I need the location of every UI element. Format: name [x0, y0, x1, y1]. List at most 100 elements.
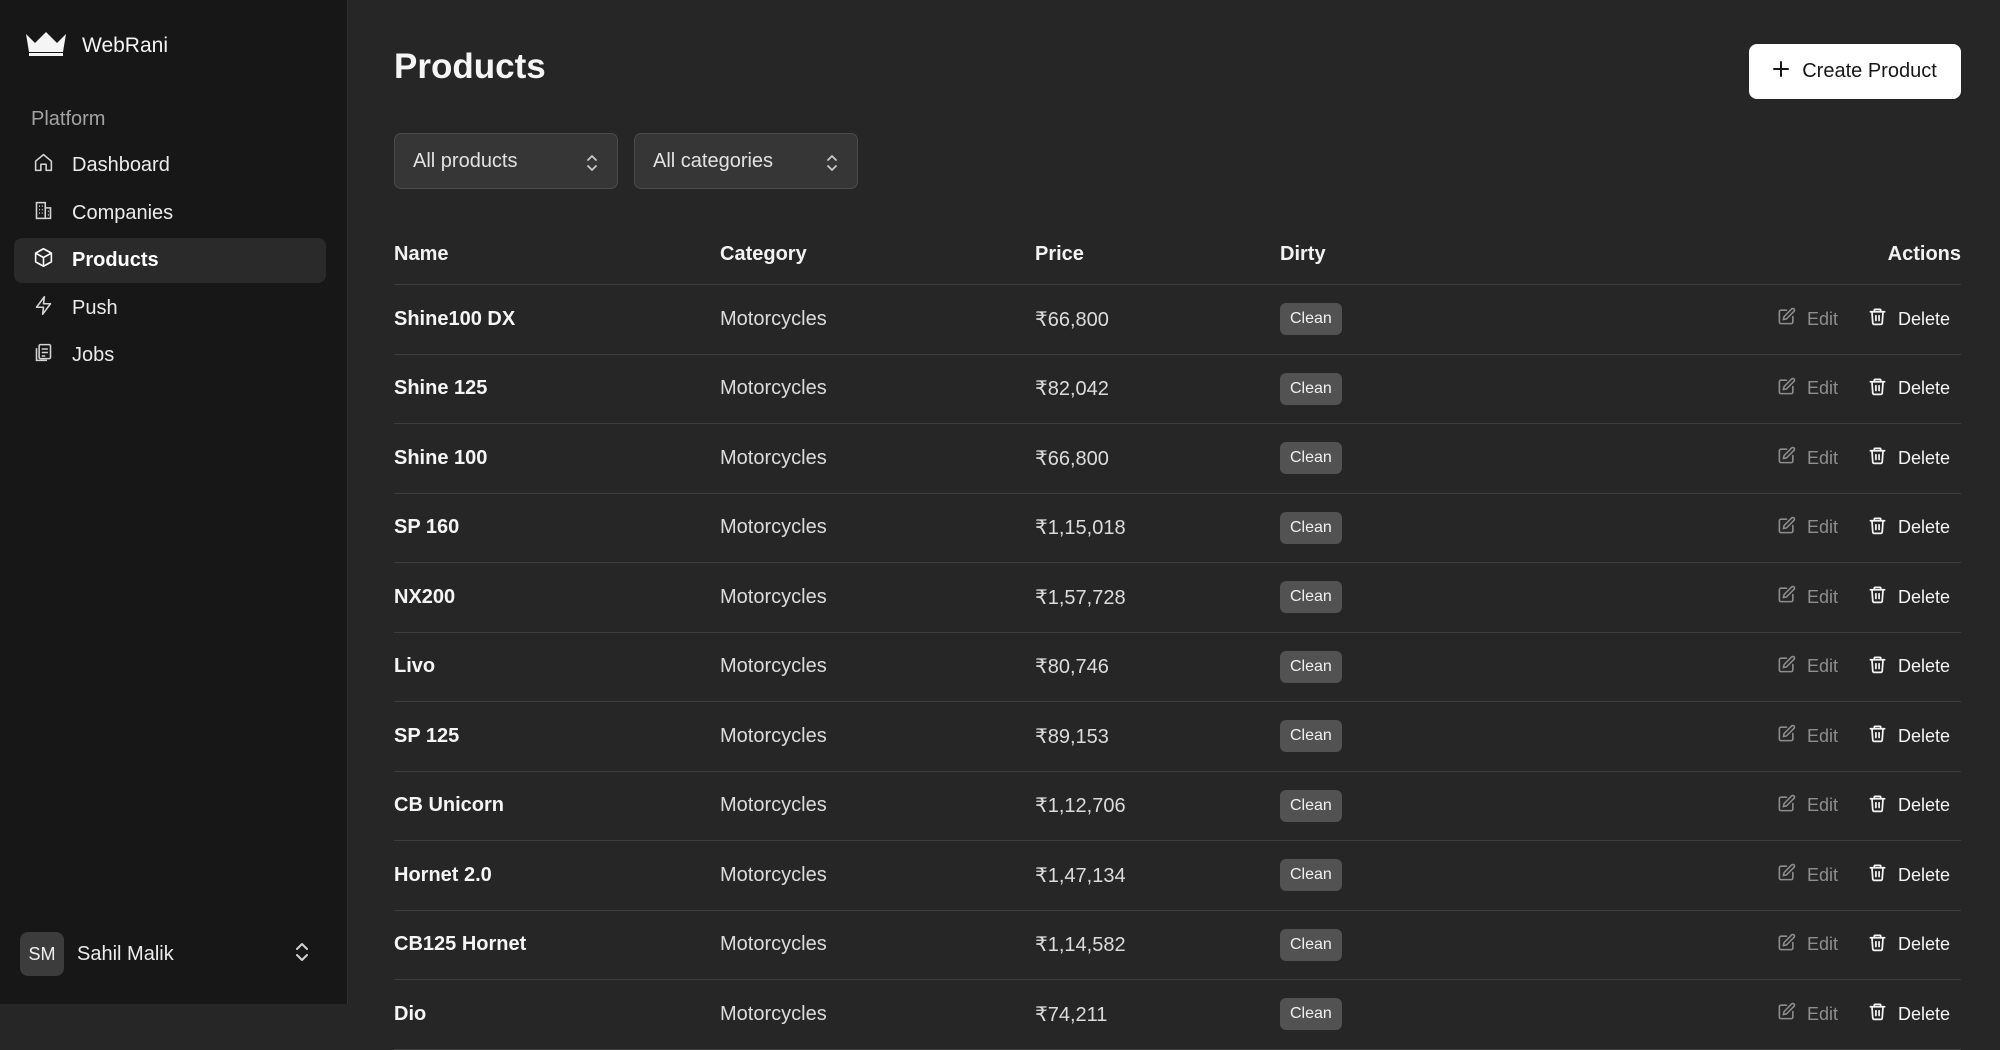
delete-label: Delete	[1897, 308, 1950, 329]
dirty-cell: Clean	[1280, 859, 1525, 892]
chevrons-up-down-icon	[825, 152, 839, 180]
product-name: Shine 125	[394, 377, 488, 400]
edit-icon	[1777, 516, 1796, 540]
delete-button[interactable]: Delete	[1868, 585, 1950, 609]
delete-button[interactable]: Delete	[1868, 446, 1950, 470]
status-badge: Clean	[1280, 511, 1342, 544]
delete-button[interactable]: Delete	[1868, 794, 1950, 818]
edit-button[interactable]: Edit	[1777, 655, 1838, 679]
product-category: Motorcycles	[720, 377, 827, 400]
sidebar-item-products[interactable]: Products	[14, 238, 326, 284]
edit-button[interactable]: Edit	[1777, 377, 1838, 401]
table-row[interactable]: NX200 Motorcycles ₹1,57,728 Clean Edit D…	[394, 563, 1961, 633]
edit-button[interactable]: Edit	[1777, 307, 1838, 331]
table-row[interactable]: Shine 125 Motorcycles ₹82,042 Clean Edit…	[394, 355, 1961, 424]
sidebar-item-jobs[interactable]: Jobs	[14, 333, 326, 378]
app-name: WebRani	[82, 33, 168, 57]
product-category: Motorcycles	[720, 307, 827, 330]
delete-button[interactable]: Delete	[1868, 307, 1950, 331]
edit-label: Edit	[1806, 447, 1838, 468]
dirty-cell: Clean	[1280, 372, 1525, 405]
table-row[interactable]: CB125 Hornet Motorcycles ₹1,14,582 Clean…	[394, 911, 1961, 980]
edit-label: Edit	[1806, 725, 1838, 746]
edit-label: Edit	[1806, 586, 1838, 607]
sidebar-item-push[interactable]: Push	[14, 286, 326, 331]
main-content: Products Create Product All products All…	[349, 0, 2000, 1050]
column-header-category[interactable]: Category	[720, 243, 1035, 266]
dirty-cell: Clean	[1280, 789, 1525, 822]
edit-label: Edit	[1806, 656, 1838, 677]
create-product-button[interactable]: Create Product	[1749, 44, 1961, 99]
product-price: ₹80,746	[1035, 656, 1109, 679]
row-actions: Edit Delete	[1525, 377, 1961, 401]
edit-button[interactable]: Edit	[1777, 446, 1838, 470]
edit-button[interactable]: Edit	[1777, 1002, 1838, 1026]
edit-button[interactable]: Edit	[1777, 585, 1838, 609]
edit-button[interactable]: Edit	[1777, 516, 1838, 540]
table-row[interactable]: SP 125 Motorcycles ₹89,153 Clean Edit De…	[394, 702, 1961, 772]
dirty-cell: Clean	[1280, 303, 1525, 336]
edit-button[interactable]: Edit	[1777, 724, 1838, 748]
table-row[interactable]: Dio Motorcycles ₹74,211 Clean Edit Delet…	[394, 980, 1961, 1050]
product-name: SP 160	[394, 516, 460, 539]
delete-button[interactable]: Delete	[1868, 377, 1950, 401]
edit-icon	[1777, 794, 1796, 818]
delete-label: Delete	[1897, 864, 1950, 885]
delete-label: Delete	[1897, 795, 1950, 816]
product-price: ₹1,12,706	[1035, 795, 1126, 818]
product-name: Hornet 2.0	[394, 863, 492, 886]
delete-button[interactable]: Delete	[1868, 1002, 1950, 1026]
table-row[interactable]: Shine 100 Motorcycles ₹66,800 Clean Edit…	[394, 424, 1961, 494]
product-category: Motorcycles	[720, 516, 827, 539]
column-header-price[interactable]: Price	[1035, 243, 1280, 266]
sidebar-section-label: Platform	[31, 108, 106, 130]
delete-button[interactable]: Delete	[1868, 724, 1950, 748]
sidebar-item-companies[interactable]: Companies	[14, 191, 326, 236]
table-row[interactable]: SP 160 Motorcycles ₹1,15,018 Clean Edit …	[394, 494, 1961, 563]
product-name: Livo	[394, 655, 436, 678]
edit-icon	[1777, 655, 1796, 679]
edit-button[interactable]: Edit	[1777, 863, 1838, 887]
product-price: ₹66,800	[1035, 447, 1109, 470]
row-actions: Edit Delete	[1525, 1002, 1961, 1026]
plus-icon	[1773, 60, 1790, 83]
delete-label: Delete	[1897, 1003, 1950, 1024]
edit-label: Edit	[1806, 517, 1838, 538]
dirty-cell: Clean	[1280, 511, 1525, 544]
delete-button[interactable]: Delete	[1868, 655, 1950, 679]
product-name: CB125 Hornet	[394, 933, 527, 956]
user-menu[interactable]: SM Sahil Malik	[20, 931, 310, 977]
product-price: ₹1,57,728	[1035, 586, 1126, 609]
trash-icon	[1868, 794, 1887, 818]
trash-icon	[1868, 655, 1887, 679]
column-header-name[interactable]: Name	[394, 243, 720, 266]
table-row[interactable]: Shine100 DX Motorcycles ₹66,800 Clean Ed…	[394, 285, 1961, 355]
column-header-dirty[interactable]: Dirty	[1280, 243, 1525, 266]
sidebar-item-dashboard[interactable]: Dashboard	[14, 143, 326, 188]
crown-logo-icon	[24, 30, 68, 61]
edit-button[interactable]: Edit	[1777, 794, 1838, 818]
delete-label: Delete	[1897, 656, 1950, 677]
trash-icon	[1868, 307, 1887, 331]
table-row[interactable]: Livo Motorcycles ₹80,746 Clean Edit Dele…	[394, 633, 1961, 702]
brand[interactable]: WebRani	[24, 30, 168, 61]
table-row[interactable]: Hornet 2.0 Motorcycles ₹1,47,134 Clean E…	[394, 841, 1961, 911]
sidebar-item-label: Dashboard	[72, 154, 170, 176]
edit-icon	[1777, 724, 1796, 748]
edit-icon	[1777, 933, 1796, 957]
status-badge: Clean	[1280, 720, 1342, 753]
trash-icon	[1868, 377, 1887, 401]
delete-button[interactable]: Delete	[1868, 863, 1950, 887]
table-row[interactable]: CB Unicorn Motorcycles ₹1,12,706 Clean E…	[394, 772, 1961, 841]
product-price: ₹82,042	[1035, 378, 1109, 401]
category-filter-select[interactable]: All categories	[634, 133, 858, 189]
product-filter-select[interactable]: All products	[394, 133, 618, 189]
row-actions: Edit Delete	[1525, 863, 1961, 887]
sidebar-item-label: Products	[72, 249, 159, 272]
edit-button[interactable]: Edit	[1777, 933, 1838, 957]
status-badge: Clean	[1280, 998, 1342, 1031]
delete-button[interactable]: Delete	[1868, 516, 1950, 540]
delete-button[interactable]: Delete	[1868, 933, 1950, 957]
edit-label: Edit	[1806, 864, 1838, 885]
status-badge: Clean	[1280, 303, 1342, 336]
